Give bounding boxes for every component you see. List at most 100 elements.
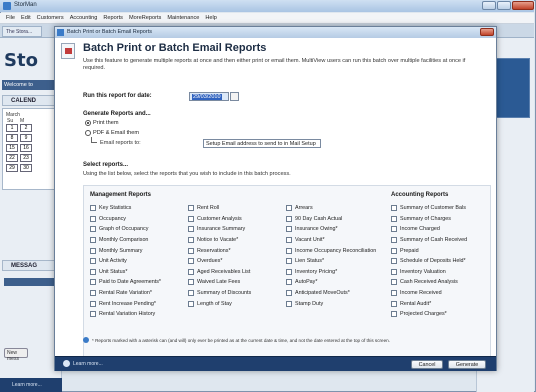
calendar-date[interactable]: 16 [20, 144, 32, 152]
generate-button[interactable]: Generate [448, 360, 486, 369]
report-checkbox[interactable]: Rental Rate Variation* [90, 288, 161, 299]
report-checkbox[interactable]: Overdues* [188, 256, 251, 267]
report-checkbox[interactable]: Summary of Charges [391, 214, 467, 225]
checkbox[interactable] [188, 279, 194, 286]
report-checkbox[interactable]: Insurance Owing* [286, 224, 376, 235]
menu-edit[interactable]: Edit [21, 15, 31, 23]
checkbox[interactable] [391, 268, 397, 275]
checkbox[interactable] [90, 268, 96, 275]
report-date-input[interactable]: 29/03/2010 [189, 92, 229, 101]
learn-more-link[interactable]: Learn more... [12, 382, 42, 388]
maximize-button[interactable] [497, 1, 511, 10]
checkbox[interactable] [286, 279, 292, 286]
checkbox[interactable] [90, 300, 96, 307]
checkbox[interactable] [391, 279, 397, 286]
checkbox[interactable] [90, 258, 96, 265]
calendar-date[interactable]: 29 [6, 164, 18, 172]
checkbox[interactable] [90, 226, 96, 233]
report-checkbox[interactable]: Unit Status* [90, 267, 161, 278]
new-message-button[interactable]: New mess [4, 348, 28, 362]
menu-maintenance[interactable]: Maintenance [167, 15, 199, 23]
tab-main[interactable]: The Stora... [2, 26, 42, 37]
report-checkbox[interactable]: Vacant Unit* [286, 235, 376, 246]
checkbox[interactable] [391, 300, 397, 307]
menu-help[interactable]: Help [205, 15, 217, 23]
menu-accounting[interactable]: Accounting [70, 15, 98, 23]
report-checkbox[interactable]: Prepaid [391, 245, 467, 256]
report-checkbox[interactable]: Key Statistics [90, 203, 161, 214]
report-checkbox[interactable]: Summary of Discounts [188, 288, 251, 299]
checkbox[interactable] [286, 300, 292, 307]
report-checkbox[interactable]: Aged Receivables List [188, 267, 251, 278]
menu-file[interactable]: File [6, 15, 15, 23]
checkbox[interactable] [286, 258, 292, 265]
report-checkbox[interactable]: Lien Status* [286, 256, 376, 267]
checkbox[interactable] [286, 247, 292, 254]
checkbox[interactable] [90, 215, 96, 222]
close-dialog-button[interactable] [480, 28, 494, 36]
report-checkbox[interactable]: Rental Audit* [391, 298, 467, 309]
checkbox[interactable] [188, 226, 194, 233]
pdf-email-option[interactable]: PDF & Email them [85, 130, 139, 136]
report-checkbox[interactable]: Rental Variation History [90, 309, 161, 320]
report-checkbox[interactable]: Insurance Summary [188, 224, 251, 235]
menu-morereports[interactable]: MoreReports [129, 15, 161, 23]
checkbox[interactable] [188, 247, 194, 254]
checkbox[interactable] [286, 226, 292, 233]
report-checkbox[interactable]: Monthly Comparison [90, 235, 161, 246]
calendar-date[interactable]: 1 [6, 124, 18, 132]
report-checkbox[interactable]: Notice to Vacate* [188, 235, 251, 246]
calendar-date[interactable]: 23 [20, 154, 32, 162]
checkbox[interactable] [391, 205, 397, 212]
checkbox[interactable] [90, 279, 96, 286]
calendar-picker-icon[interactable] [230, 92, 239, 101]
checkbox[interactable] [188, 258, 194, 265]
report-checkbox[interactable]: AutoPay* [286, 277, 376, 288]
checkbox[interactable] [286, 205, 292, 212]
calendar-date[interactable]: 9 [20, 134, 32, 142]
checkbox[interactable] [286, 268, 292, 275]
checkbox[interactable] [188, 205, 194, 212]
checkbox[interactable] [90, 311, 96, 318]
checkbox[interactable] [90, 290, 96, 297]
report-checkbox[interactable]: Occupancy [90, 214, 161, 225]
report-checkbox[interactable]: Income Occupancy Reconciliation [286, 245, 376, 256]
print-radio[interactable] [85, 120, 91, 126]
checkbox[interactable] [391, 258, 397, 265]
checkbox[interactable] [391, 311, 397, 318]
report-checkbox[interactable]: 90 Day Cash Actual [286, 214, 376, 225]
report-checkbox[interactable]: Inventory Pricing* [286, 267, 376, 278]
report-checkbox[interactable]: Projected Charges* [391, 309, 467, 320]
minimize-button[interactable] [482, 1, 496, 10]
report-checkbox[interactable]: Length of Stay [188, 298, 251, 309]
checkbox[interactable] [391, 237, 397, 244]
checkbox[interactable] [286, 215, 292, 222]
checkbox[interactable] [188, 215, 194, 222]
checkbox[interactable] [391, 290, 397, 297]
report-checkbox[interactable]: Anticipated MoveOuts* [286, 288, 376, 299]
report-checkbox[interactable]: Summary of Cash Received [391, 235, 467, 246]
checkbox[interactable] [391, 247, 397, 254]
checkbox[interactable] [286, 237, 292, 244]
calendar-date[interactable]: 30 [20, 164, 32, 172]
checkbox[interactable] [188, 300, 194, 307]
calendar-date[interactable]: 22 [6, 154, 18, 162]
print-option[interactable]: Print them [85, 120, 119, 126]
checkbox[interactable] [90, 247, 96, 254]
email-to-field[interactable]: Setup Email address to send to in Mail S… [203, 139, 321, 148]
report-checkbox[interactable]: Arrears [286, 203, 376, 214]
calendar-date[interactable]: 8 [6, 134, 18, 142]
checkbox[interactable] [90, 237, 96, 244]
checkbox[interactable] [188, 237, 194, 244]
menu-customers[interactable]: Customers [37, 15, 64, 23]
checkbox[interactable] [188, 268, 194, 275]
report-checkbox[interactable]: Stamp Duty [286, 298, 376, 309]
report-checkbox[interactable]: Summary of Customer Bals [391, 203, 467, 214]
report-checkbox[interactable]: Schedule of Deposits Held* [391, 256, 467, 267]
report-checkbox[interactable]: Rent Increase Pending* [90, 298, 161, 309]
report-checkbox[interactable]: Income Charged [391, 224, 467, 235]
report-checkbox[interactable]: Rent Roll [188, 203, 251, 214]
report-checkbox[interactable]: Income Received [391, 288, 467, 299]
checkbox[interactable] [90, 205, 96, 212]
report-checkbox[interactable]: Customer Analysis [188, 214, 251, 225]
